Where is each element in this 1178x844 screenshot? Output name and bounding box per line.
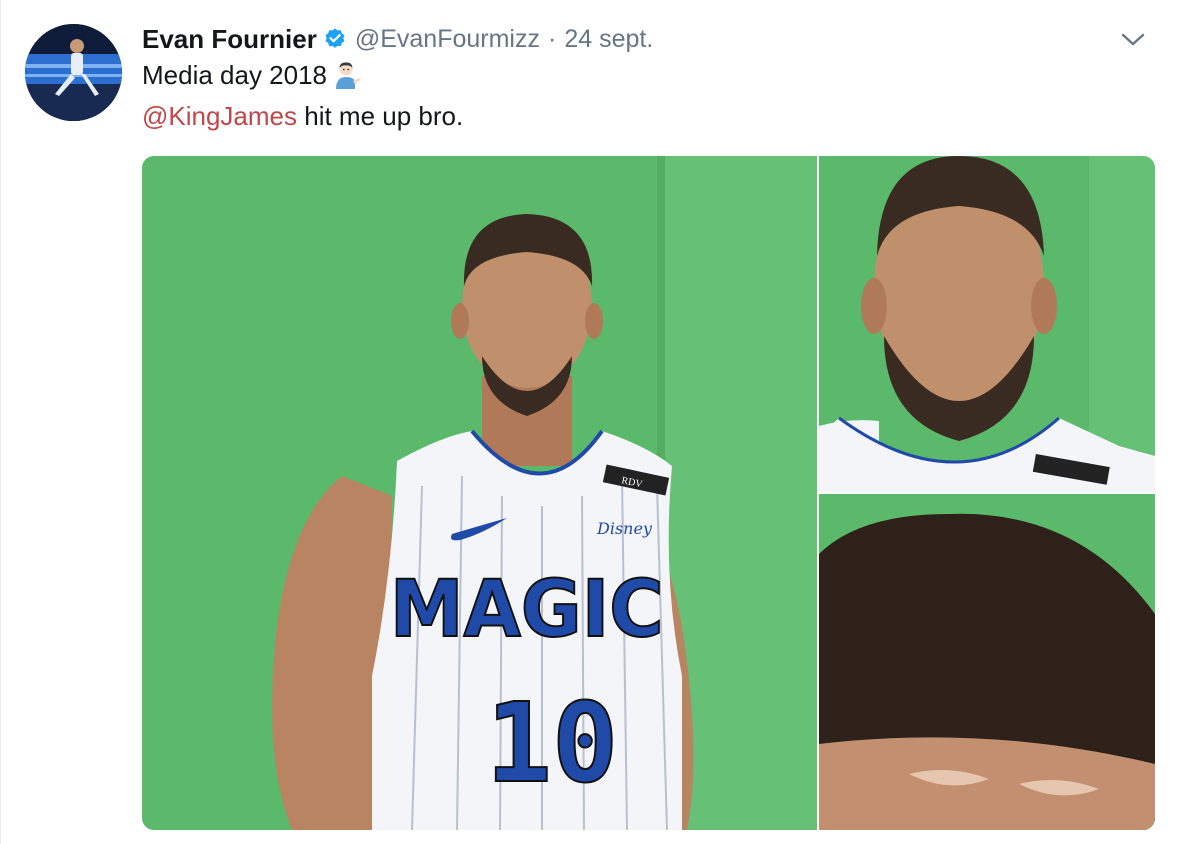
tweet-text-line-2: @KingJames hit me up bro. xyxy=(142,101,463,132)
jersey-number: 10 xyxy=(486,679,618,807)
tweet-date[interactable]: 24 sept. xyxy=(564,25,653,54)
tweet-text: Media day 2018 xyxy=(142,60,328,90)
tweet-text: hit me up bro. xyxy=(297,101,464,131)
author-name[interactable]: Evan Fournier xyxy=(142,24,317,55)
jersey-team: MAGIC xyxy=(390,563,664,654)
separator-dot: · xyxy=(547,24,557,53)
jersey-sponsor: Disney xyxy=(596,519,653,538)
author-handle[interactable]: @EvanFourmizz xyxy=(355,25,540,54)
media-photo-bottom-right[interactable] xyxy=(819,494,1155,830)
mention-link[interactable]: @KingJames xyxy=(142,101,297,131)
verified-badge-icon xyxy=(323,27,347,51)
man-tipping-hand-emoji-icon xyxy=(333,60,363,90)
tweet-text-line-1: Media day 2018 xyxy=(142,60,363,91)
chevron-down-icon[interactable] xyxy=(1120,30,1146,50)
media-grid: RDV Disney MAGIC 10 xyxy=(142,156,1155,830)
tweet-header: Evan Fournier @EvanFourmizz · 24 sept. xyxy=(142,22,653,56)
media-photo-main[interactable]: RDV Disney MAGIC 10 xyxy=(142,156,817,830)
avatar[interactable] xyxy=(25,24,122,121)
tweet-card[interactable]: Evan Fournier @EvanFourmizz · 24 sept. M… xyxy=(0,0,1178,844)
media-photo-top-right[interactable] xyxy=(819,156,1155,492)
